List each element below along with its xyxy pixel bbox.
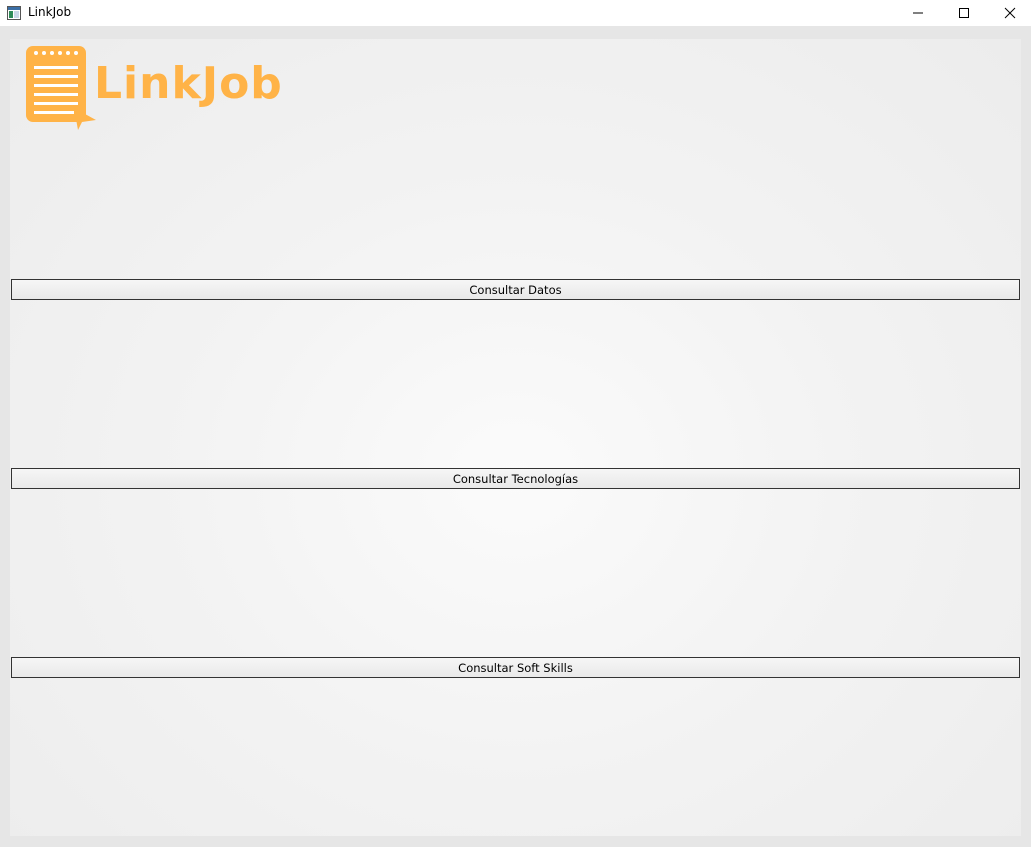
app-window: LinkJob LinkJob Consultar Datos Consulta…	[0, 0, 1031, 847]
consultar-tecnologias-button[interactable]: Consultar Tecnologías	[11, 468, 1020, 489]
window-title: LinkJob	[28, 5, 72, 19]
minimize-button[interactable]	[895, 0, 941, 26]
title-bar[interactable]: LinkJob	[0, 0, 1031, 26]
logo-text: LinkJob	[94, 58, 283, 109]
maximize-button[interactable]	[941, 0, 987, 26]
main-panel: LinkJob Consultar Datos Consultar Tecnol…	[10, 39, 1021, 836]
consultar-soft-skills-button[interactable]: Consultar Soft Skills	[11, 657, 1020, 678]
minimize-icon	[912, 4, 924, 23]
app-window-icon	[7, 5, 21, 20]
close-icon	[1004, 4, 1016, 23]
linkjob-logo: LinkJob	[24, 44, 334, 130]
maximize-icon	[958, 4, 970, 23]
consultar-datos-button[interactable]: Consultar Datos	[11, 279, 1020, 300]
close-button[interactable]	[987, 0, 1031, 26]
